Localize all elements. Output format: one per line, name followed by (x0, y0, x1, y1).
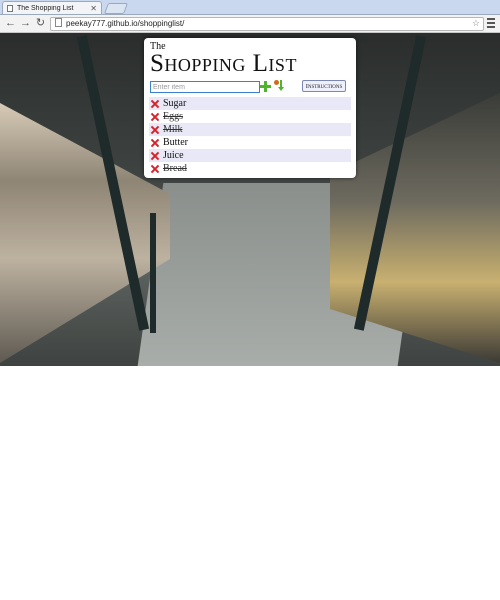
delete-item-icon[interactable] (151, 165, 159, 173)
shopping-list-panel: The Shopping List Instructions Sugar Egg… (144, 38, 356, 178)
browser-toolbar: ← → ↻ peekay777.github.io/shoppinglist/ … (0, 15, 500, 33)
item-input[interactable] (150, 81, 260, 93)
item-label: Bread (163, 163, 187, 174)
browser-tab[interactable]: The Shopping List ✕ (2, 1, 102, 14)
item-label: Juice (163, 150, 184, 161)
list-item[interactable]: Butter (149, 136, 351, 149)
list-item[interactable]: Milk (149, 123, 351, 136)
forward-arrow-icon[interactable]: → (19, 17, 32, 30)
page-title: Shopping List (150, 50, 297, 77)
list-item[interactable]: Bread (149, 162, 351, 175)
delete-item-icon[interactable] (151, 152, 159, 160)
address-bar[interactable]: peekay777.github.io/shoppinglist/ ☆ (50, 17, 484, 31)
bookmark-star-icon[interactable]: ☆ (472, 17, 480, 29)
browser-menu-icon[interactable] (487, 18, 495, 30)
new-tab-button[interactable] (103, 3, 129, 14)
tab-strip: The Shopping List ✕ (0, 0, 500, 15)
back-arrow-icon[interactable]: ← (4, 17, 17, 30)
url-text: peekay777.github.io/shoppinglist/ (66, 19, 185, 28)
list-item[interactable]: Juice (149, 149, 351, 162)
add-item-plus-icon[interactable] (260, 81, 271, 92)
page-favicon-icon (7, 4, 13, 12)
page-icon (55, 18, 62, 27)
item-label: Butter (163, 137, 188, 148)
delete-item-icon[interactable] (151, 113, 159, 121)
list-item[interactable]: Eggs (149, 110, 351, 123)
item-label: Milk (163, 124, 183, 135)
shopping-items-list: Sugar Eggs Milk Butter Juice Bread (149, 97, 351, 175)
delete-item-icon[interactable] (151, 139, 159, 147)
item-label: Sugar (163, 98, 187, 109)
close-tab-icon[interactable]: ✕ (90, 4, 97, 13)
sort-items-icon[interactable] (274, 80, 284, 91)
delete-item-icon[interactable] (151, 126, 159, 134)
list-item[interactable]: Sugar (149, 97, 351, 110)
tab-title: The Shopping List (17, 4, 74, 12)
item-label: Eggs (163, 111, 183, 122)
instructions-button[interactable]: Instructions (302, 80, 346, 92)
delete-item-icon[interactable] (151, 100, 159, 108)
reload-icon[interactable]: ↻ (34, 17, 47, 30)
